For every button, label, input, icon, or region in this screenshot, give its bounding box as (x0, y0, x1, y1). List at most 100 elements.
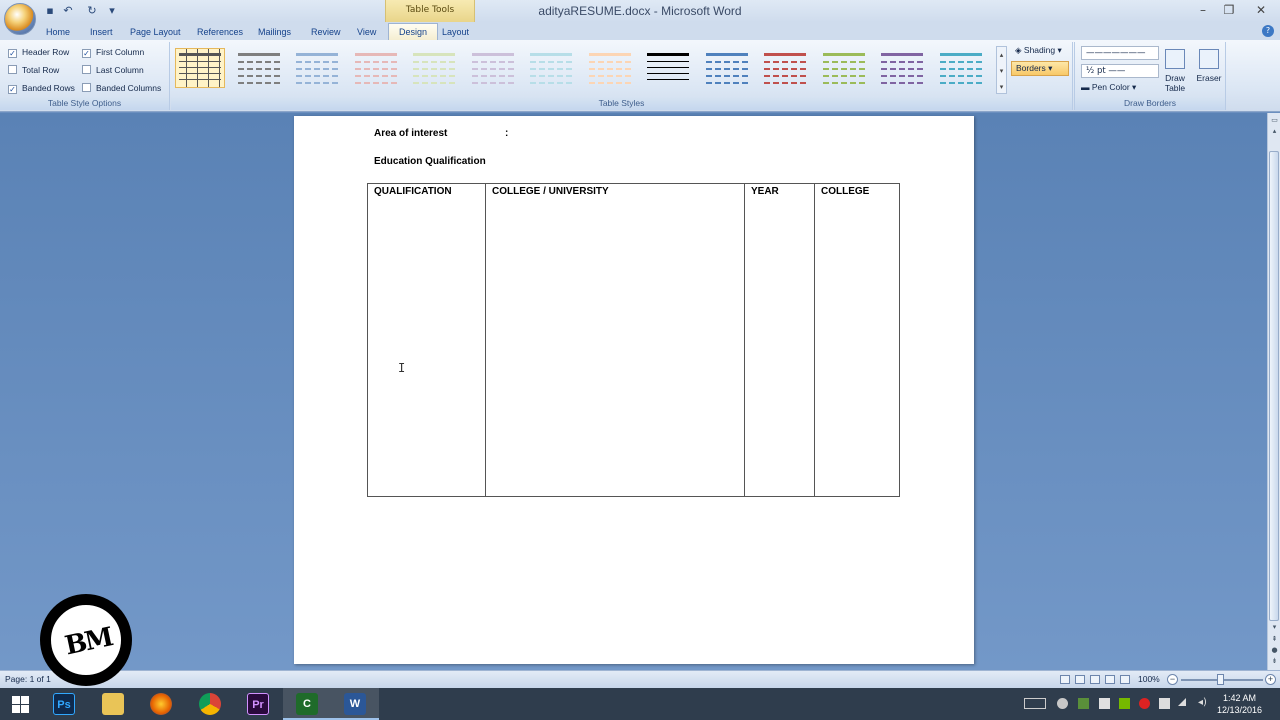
tray-eject-icon[interactable] (1099, 698, 1110, 709)
zoom-out-button[interactable]: − (1167, 674, 1178, 685)
chrome-icon (199, 693, 221, 715)
taskbar-premiere[interactable]: Pr (234, 688, 282, 720)
pen-color-button[interactable]: ▬ Pen Color ▾ (1081, 82, 1136, 93)
next-page-icon[interactable]: ⇟ (1270, 657, 1279, 666)
tab-home[interactable]: Home (46, 24, 70, 40)
select-browse-icon[interactable]: ● (1270, 646, 1279, 655)
help-icon[interactable]: ? (1262, 25, 1274, 37)
table-style-line (530, 68, 572, 70)
last-column-option[interactable]: Last Column (82, 63, 144, 77)
education-table[interactable]: QUALIFICATION COLLEGE / UNIVERSITY YEAR … (367, 183, 900, 497)
table-style-thumb[interactable] (585, 48, 635, 88)
tab-layout[interactable]: Layout (442, 24, 469, 40)
web-layout-icon[interactable] (1090, 675, 1100, 684)
gallery-scroll[interactable]: ▴ ▾ ▾ (996, 46, 1007, 94)
total-row-checkbox[interactable] (8, 65, 17, 74)
zoom-level[interactable]: 100% (1138, 674, 1160, 684)
table-style-thumb[interactable] (292, 48, 342, 88)
taskbar-word[interactable]: W (331, 688, 379, 720)
borders-button[interactable]: Borders ▾ (1011, 61, 1069, 76)
banded-columns-checkbox[interactable] (82, 83, 91, 92)
table-style-line (705, 75, 748, 77)
table-style-line (413, 68, 455, 70)
battery-icon[interactable] (1159, 698, 1170, 709)
document-page[interactable]: Area of interest : Education Qualificati… (294, 116, 974, 664)
tray-app-icon[interactable] (1057, 698, 1068, 709)
draft-icon[interactable] (1120, 675, 1130, 684)
table-style-thumb[interactable] (234, 48, 284, 88)
table-style-thumb[interactable] (175, 48, 225, 88)
first-column-option[interactable]: ✓ First Column (82, 45, 144, 59)
tab-design[interactable]: Design (388, 23, 439, 40)
year-column[interactable]: YEAR (745, 184, 815, 496)
table-style-thumb[interactable] (468, 48, 518, 88)
line-style-dropdown[interactable]: ——————— (1081, 46, 1159, 60)
full-screen-reading-icon[interactable] (1075, 675, 1085, 684)
taskbar-empty-slot[interactable] (380, 688, 404, 720)
page-count[interactable]: Page: 1 of 1 (5, 674, 51, 684)
taskbar-photoshop[interactable]: Ps (40, 688, 88, 720)
shading-button[interactable]: ◈ Shading ▾ (1015, 45, 1062, 56)
taskbar-firefox[interactable] (137, 688, 185, 720)
tab-references[interactable]: References (197, 24, 243, 40)
scroll-up-icon[interactable]: ▴ (1270, 127, 1279, 136)
restore-button[interactable]: ❐ (1216, 1, 1242, 19)
qualification-column[interactable]: QUALIFICATION (368, 184, 486, 496)
table-style-thumb[interactable] (760, 48, 810, 88)
header-row-checkbox[interactable]: ✓ (8, 49, 17, 58)
header-college-university: COLLEGE / UNIVERSITY (492, 186, 609, 197)
table-style-thumb[interactable] (526, 48, 576, 88)
tray-security-icon[interactable] (1139, 698, 1150, 709)
eraser-button[interactable]: Eraser (1191, 47, 1227, 97)
total-row-option[interactable]: Total Row (8, 63, 59, 77)
taskbar-chrome[interactable] (186, 688, 234, 720)
table-style-thumb[interactable] (936, 48, 986, 88)
table-style-thumb[interactable] (351, 48, 401, 88)
header-row-option[interactable]: ✓ Header Row (8, 45, 69, 59)
ruler-toggle-icon[interactable]: ▭ (1270, 116, 1279, 125)
tab-review[interactable]: Review (311, 24, 341, 40)
tab-insert[interactable]: Insert (90, 24, 113, 40)
tray-sync-icon[interactable] (1078, 698, 1089, 709)
last-column-checkbox[interactable] (82, 65, 91, 74)
banded-rows-option[interactable]: ✓ Banded Rows (8, 81, 75, 95)
ribbon-tabs: Home Insert Page Layout References Maili… (0, 22, 1280, 40)
taskbar-empty-slot-2[interactable] (404, 688, 448, 720)
keyboard-icon[interactable] (1024, 698, 1046, 709)
nvidia-icon[interactable] (1119, 698, 1130, 709)
table-style-line (647, 73, 689, 74)
tab-mailings[interactable]: Mailings (258, 24, 291, 40)
taskbar-camtasia[interactable]: C (283, 688, 331, 720)
banded-columns-option[interactable]: Banded Columns (82, 81, 161, 95)
table-style-line (354, 61, 397, 63)
table-style-thumb[interactable] (877, 48, 927, 88)
outline-icon[interactable] (1105, 675, 1115, 684)
line-weight-dropdown[interactable]: ½ pt —— (1081, 64, 1159, 78)
first-column-checkbox[interactable]: ✓ (82, 49, 91, 58)
minimize-button[interactable]: – (1190, 1, 1216, 19)
table-style-line (647, 61, 689, 62)
draw-table-button[interactable]: Draw Table (1157, 47, 1193, 97)
prev-page-icon[interactable]: ⇞ (1270, 635, 1279, 644)
volume-icon[interactable]: ◂) (1198, 697, 1209, 708)
taskbar-file-explorer[interactable] (89, 688, 137, 720)
zoom-in-button[interactable]: + (1265, 674, 1276, 685)
table-style-thumb[interactable] (702, 48, 752, 88)
scroll-thumb[interactable] (1269, 151, 1279, 621)
college-column[interactable]: COLLEGE (815, 184, 899, 496)
zoom-slider-thumb[interactable] (1217, 674, 1224, 685)
tab-view[interactable]: View (357, 24, 376, 40)
table-style-thumb[interactable] (819, 48, 869, 88)
print-layout-icon[interactable] (1060, 675, 1070, 684)
banded-rows-checkbox[interactable]: ✓ (8, 85, 17, 94)
office-button[interactable] (4, 3, 36, 35)
table-style-thumb[interactable] (643, 48, 693, 88)
table-style-thumb[interactable] (409, 48, 459, 88)
vertical-scrollbar[interactable]: ▭ ▴ ▾ ⇞ ● ⇟ (1267, 113, 1280, 670)
network-icon[interactable] (1178, 698, 1186, 706)
tab-page-layout[interactable]: Page Layout (130, 24, 181, 40)
scroll-down-icon[interactable]: ▾ (1270, 623, 1279, 632)
clock[interactable]: 1:42 AM 12/13/2016 (1217, 692, 1262, 716)
college-university-column[interactable]: COLLEGE / UNIVERSITY (486, 184, 745, 496)
close-button[interactable]: ✕ (1242, 1, 1280, 19)
